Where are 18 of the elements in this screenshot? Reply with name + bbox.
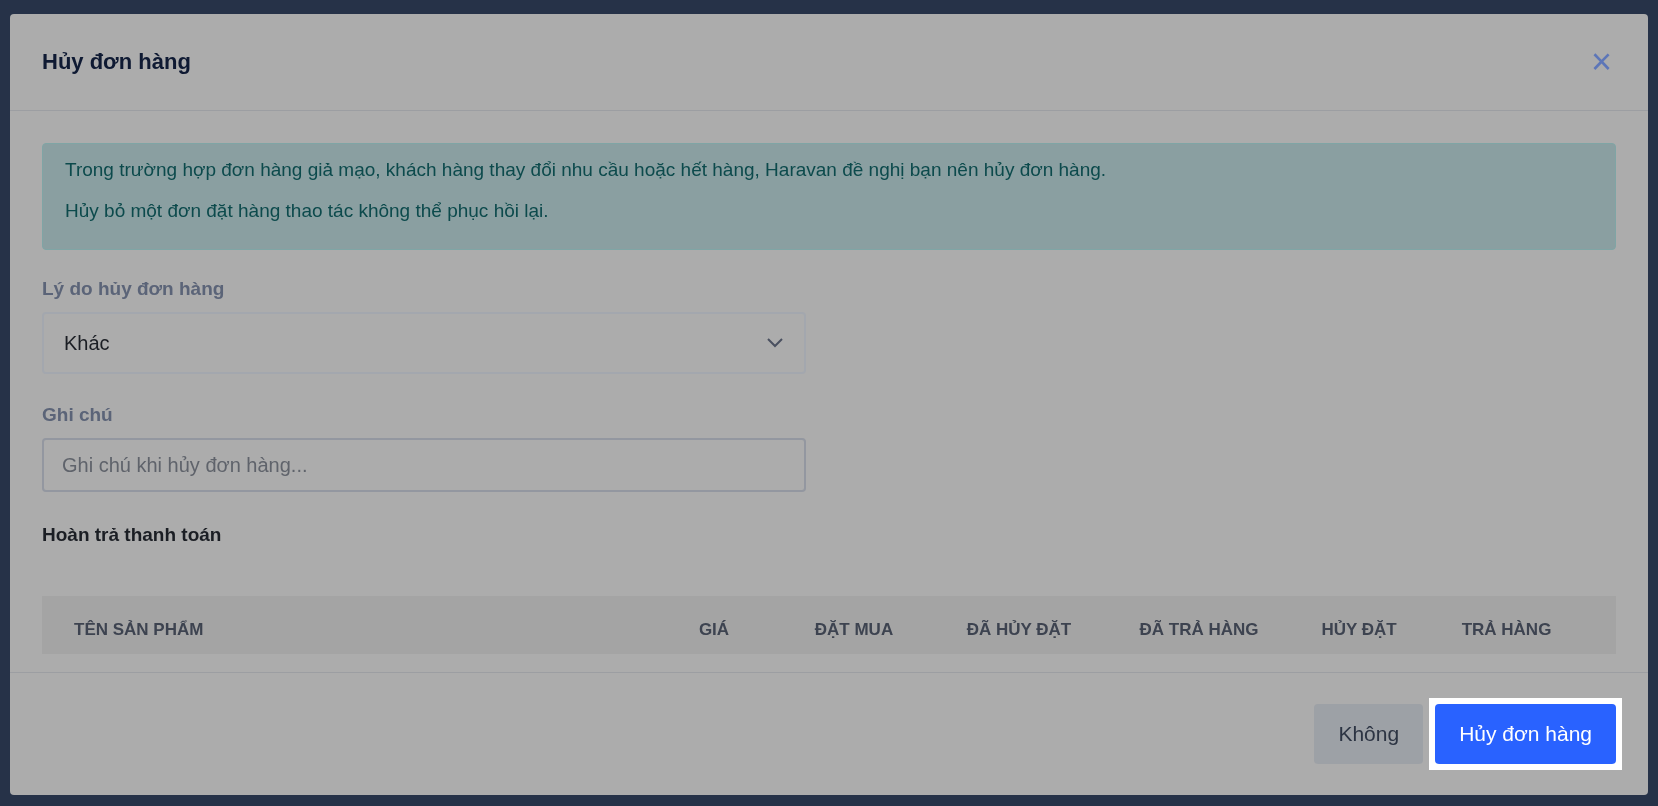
column-header: ĐÃ TRẢ HÀNG: [1139, 620, 1259, 639]
column-header: ĐÃ HỦY ĐẶT: [966, 620, 1072, 639]
field-label: Lý do hủy đơn hàng: [42, 278, 225, 299]
column-header: HỦY ĐẶT: [1321, 620, 1397, 639]
note-field[interactable]: Ghi chú khi hủy đơn hàng...: [42, 438, 806, 492]
column-header: GIÁ: [698, 620, 730, 639]
notice-text: Trong trường hợp đơn hàng giả mạo, khách hàng thay đổi nhu cầu hoặc hết hàng, Haravan đề nghị bạn nên hủy đơn hàng.: [65, 158, 1108, 182]
column-header: TÊN SẢN PHẨM: [74, 620, 204, 639]
field-label: Ghi chú: [42, 404, 113, 425]
cancel-order-button[interactable]: Hủy đơn hàng: [1435, 704, 1616, 764]
column-header: TRẢ HÀNG: [1461, 620, 1552, 639]
notice-text: Hủy bỏ một đơn đặt hàng thao tác không thể phục hồi lại.: [65, 199, 550, 223]
section-title: Hoàn trả thanh toán: [42, 524, 222, 545]
chevron-down-icon: [766, 337, 784, 349]
reason-select[interactable]: Khác: [42, 312, 806, 374]
dialog-title: Hủy đơn hàng: [42, 49, 191, 75]
dismiss-button[interactable]: Không: [1314, 704, 1424, 764]
column-header: ĐẶT MUA: [814, 620, 894, 639]
